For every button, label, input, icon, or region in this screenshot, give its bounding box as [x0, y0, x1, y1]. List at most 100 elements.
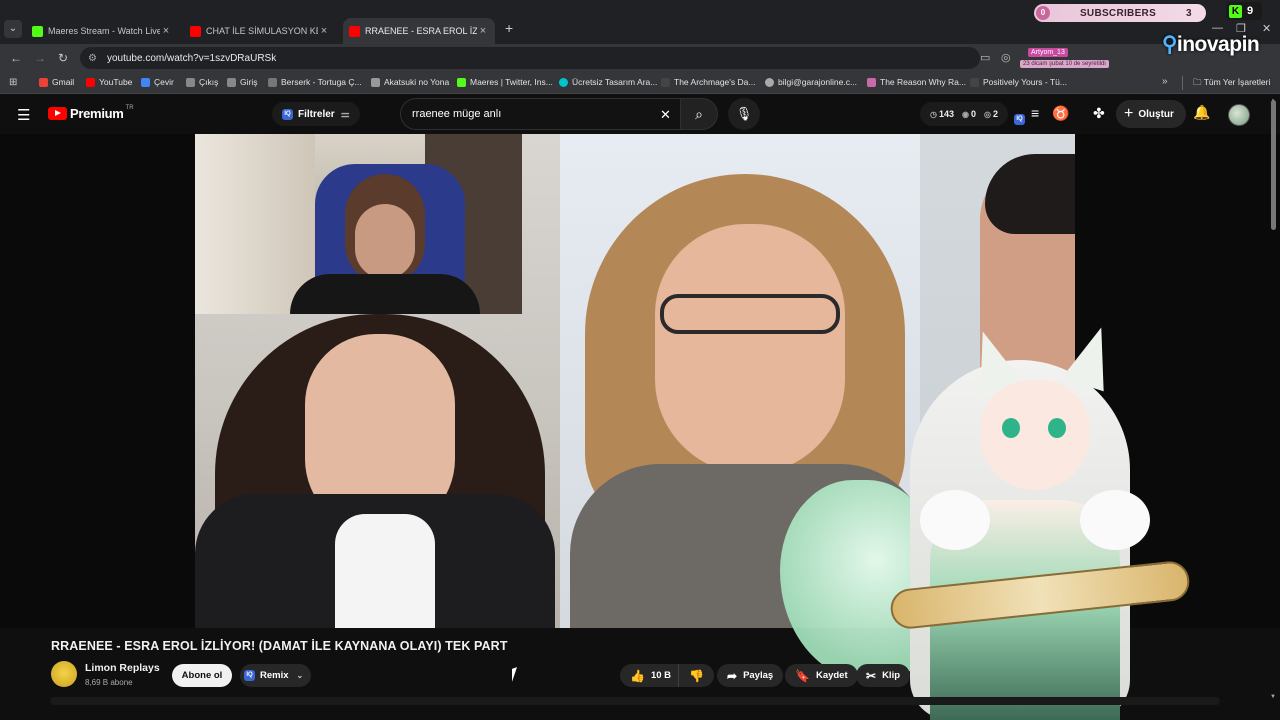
kick-count: 9 [1247, 5, 1254, 17]
save-button[interactable]: 🔖 Kaydet [785, 664, 858, 687]
create-button[interactable]: + Oluştur [1116, 100, 1186, 128]
close-window-icon[interactable]: ✕ [1262, 22, 1271, 35]
like-button[interactable]: 👍 10 B [620, 664, 682, 687]
all-bookmarks-folder[interactable]: 🗀 Tüm Yer İşaretleri [1193, 77, 1270, 91]
dislike-button[interactable]: 👎 [678, 664, 714, 687]
thumbs-up-icon: 👍 [630, 668, 645, 683]
bookmark-archmage[interactable]: The Archmage's Da... [661, 77, 755, 87]
bookmark-label: bilgi@garajonline.c... [778, 77, 858, 87]
bookmark-label: Giriş [240, 77, 258, 87]
youtube-play-icon [48, 107, 67, 120]
apps-grid-icon[interactable]: ⊞ [9, 77, 17, 88]
tab-close-icon[interactable]: × [477, 25, 489, 37]
ext-username: Artyom_13 [1028, 48, 1068, 57]
subscribe-button[interactable]: Abone ol [172, 664, 232, 687]
bookmark-maeres[interactable]: Maeres | Twitter, Ins... [457, 77, 553, 87]
like-count: 10 B [650, 670, 672, 681]
iq-icon[interactable]: IQ [1014, 107, 1030, 125]
share-button[interactable]: ➦ Paylaş [717, 664, 784, 687]
page-scrollbar[interactable] [1271, 100, 1276, 230]
bookmark-label: Maeres | Twitter, Ins... [470, 77, 553, 87]
bookmark-label: The Archmage's Da... [674, 77, 756, 87]
translate-icon [141, 77, 150, 87]
subscriber-start-badge: 0 [1036, 6, 1050, 20]
search-query: rraenee müge anlı [412, 108, 502, 120]
tab-title: CHAT İLE SİMULASYON KEYFİ | [206, 26, 318, 36]
browser-tab-kick[interactable]: Maeres Stream - Watch Live on × [26, 18, 178, 44]
inovapin-watermark: ⚲inovapin [1162, 32, 1260, 57]
bookmark-icon: 🔖 [795, 668, 810, 683]
url-field[interactable]: ⚙ youtube.com/watch?v=1szvDRaURSk [80, 47, 980, 69]
remix-button[interactable]: IQ Remix ⌄ [240, 664, 312, 687]
account-avatar[interactable] [1228, 104, 1250, 126]
award-icon[interactable]: ♉ [1052, 105, 1069, 122]
site-icon [371, 77, 380, 87]
reload-icon[interactable]: ↻ [58, 51, 68, 65]
filters-button[interactable]: IQ Filtreler ⚌ [272, 102, 360, 126]
bookmark-akatsuki[interactable]: Akatsuki no Yona [371, 77, 449, 87]
hide-eye-icon[interactable]: ◎ [1001, 51, 1011, 64]
bookmark-label: The Reason Why Ra... [880, 77, 966, 87]
back-arrow-icon[interactable]: ← [10, 51, 22, 65]
bookmark-label: Berserk - Tortuga Ç... [281, 77, 362, 87]
clock-icon: ◷ [930, 109, 937, 119]
cam-body [290, 274, 480, 314]
chevron-down-icon: ⌄ [296, 671, 304, 680]
canva-icon [559, 77, 568, 87]
stat-eye: 0 [971, 109, 977, 119]
globe-icon [765, 77, 774, 87]
search-button[interactable]: ⌕ [680, 98, 718, 130]
bookmark-positively[interactable]: Positively Yours - Tü... [970, 77, 1067, 87]
save-label: Kaydet [815, 670, 848, 681]
bookmark-cevir[interactable]: Çevir [141, 77, 174, 87]
bookmark-reason[interactable]: The Reason Why Ra... [867, 77, 966, 87]
tab-close-icon[interactable]: × [160, 25, 172, 37]
tab-close-icon[interactable]: × [318, 25, 330, 37]
bookmark-giris[interactable]: Giriş [227, 77, 257, 87]
clear-search-icon[interactable]: ✕ [660, 107, 671, 123]
scroll-down-arrow-icon[interactable]: ▼ [1270, 694, 1276, 700]
bookmark-youtube[interactable]: YouTube [86, 77, 132, 87]
page-icon [227, 77, 236, 87]
iq-extension-icon: IQ [244, 670, 255, 681]
channel-subscriber-count: 8,69 B abone [85, 678, 133, 687]
vtuber-avatar [780, 320, 1220, 720]
bookmark-cikis[interactable]: Çıkış [186, 77, 218, 87]
browser-tab-youtube-chat[interactable]: CHAT İLE SİMULASYON KEYFİ | × [184, 18, 336, 44]
extension-puzzle-icon[interactable]: ✤ [1093, 105, 1105, 122]
search-icon: ⌕ [695, 106, 703, 122]
bookmark-label: Positively Yours - Tü... [983, 77, 1067, 87]
brand-text: inovapin [1176, 33, 1260, 56]
tab-search-chevron-icon[interactable]: ⌄ [4, 20, 22, 38]
bookmark-berserk[interactable]: Berserk - Tortuga Ç... [268, 77, 362, 87]
search-input[interactable]: rraenee müge anlı [400, 98, 680, 130]
new-tab-icon[interactable]: + [505, 20, 513, 36]
filters-label: Filtreler [298, 108, 335, 120]
cam-face [355, 204, 415, 279]
youtube-header: ☰ Premium TR IQ Filtreler ⚌ rraenee müge… [0, 94, 1280, 134]
kick-logo-icon: K [1229, 4, 1242, 18]
clip-button[interactable]: ✂ Klip [856, 664, 911, 687]
notifications-bell-icon[interactable]: 🔔 [1193, 104, 1210, 121]
bookmark-bilgi[interactable]: bilgi@garajonline.c... [765, 77, 857, 87]
list-icon[interactable]: ≡ [1031, 105, 1039, 121]
voice-search-button[interactable]: 🎙 [728, 98, 760, 130]
cast-icon[interactable]: ▭ [980, 51, 990, 64]
more-bookmarks-icon[interactable]: » [1162, 76, 1168, 87]
bookmark-tasarim[interactable]: Ücretsiz Tasarım Ara... [559, 77, 657, 87]
bookmark-label: YouTube [99, 77, 133, 87]
tab-title: RRAENEE - ESRA EROL İZLİYOR [365, 26, 477, 36]
site-info-icon[interactable]: ⚙ [88, 53, 97, 64]
channel-avatar[interactable] [51, 661, 77, 687]
eye-icon: ◉ [962, 109, 969, 119]
channel-name[interactable]: Limon Replays [85, 662, 160, 674]
all-bookmarks-label: Tüm Yer İşaretleri [1203, 77, 1271, 87]
site-icon [970, 77, 979, 87]
browser-tab-active[interactable]: RRAENEE - ESRA EROL İZLİYOR × [343, 18, 495, 44]
site-icon [867, 77, 876, 87]
iq-extension-icon: IQ [282, 108, 293, 120]
bookmark-gmail[interactable]: Gmail [39, 77, 74, 87]
forward-arrow-icon[interactable]: → [34, 51, 46, 65]
hamburger-menu-icon[interactable]: ☰ [17, 106, 30, 124]
youtube-premium-logo[interactable]: Premium TR [48, 105, 134, 121]
